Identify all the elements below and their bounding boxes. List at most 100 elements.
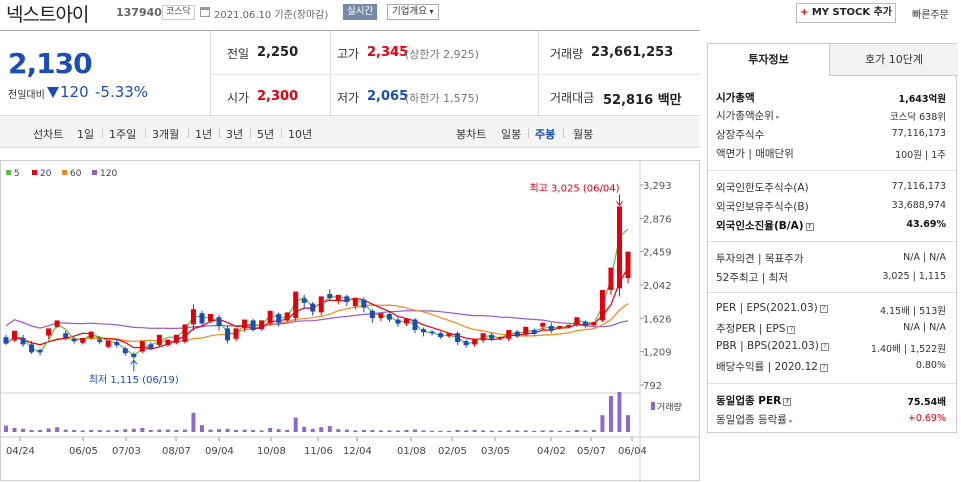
volume-bar xyxy=(174,430,179,432)
period-tab-bar: 선차트 1일 1주일 3개월 1년 3년 5년 10년 봉차트 일봉 주봉 월봉 xyxy=(0,117,700,148)
divider xyxy=(708,241,956,242)
period-tab-3year[interactable]: 3년 xyxy=(226,126,243,142)
stock-chart[interactable]: 3,293 2,876 2,459 2,042 1,626 1,209 792 최고 3,02… xyxy=(0,160,700,482)
tab-investment-info[interactable]: 투자정보 xyxy=(708,44,830,76)
add-mystock-button[interactable]: + MY STOCK 추가 xyxy=(796,3,896,23)
add-mystock-label: MY STOCK 추가 xyxy=(808,7,893,18)
upper-limit: (상한가 2,925) xyxy=(405,48,479,61)
help-icon[interactable]: ? xyxy=(783,398,792,406)
realtime-button[interactable]: 실시간 xyxy=(343,4,378,20)
volume-legend-label: 거래량 xyxy=(657,401,682,413)
volume-bar xyxy=(336,429,341,432)
period-tab-1week[interactable]: 1주일 xyxy=(109,126,136,142)
info-label: 추정PER | EPS? xyxy=(716,321,796,336)
volume-bar xyxy=(438,430,443,432)
candle xyxy=(497,337,503,339)
volume-bar xyxy=(29,430,34,432)
volume-bar xyxy=(242,429,247,432)
candle xyxy=(259,320,265,330)
candle xyxy=(506,329,512,339)
help-icon[interactable]: ? xyxy=(787,326,796,334)
candle xyxy=(438,333,444,338)
info-label: 외국인소진율(B/A)? xyxy=(716,218,814,233)
legend-ma60: 60 xyxy=(62,169,81,179)
candle xyxy=(480,333,486,341)
tab-divider xyxy=(102,128,103,138)
help-icon[interactable]: ? xyxy=(805,223,814,231)
company-overview-button[interactable]: 기업개요 ▾ xyxy=(387,4,439,20)
candle xyxy=(361,299,367,308)
info-label-text: 배당수익률 | 2020.12 xyxy=(716,361,818,373)
volume-bar xyxy=(106,430,111,432)
candle xyxy=(565,325,571,327)
candle xyxy=(540,322,546,327)
candle xyxy=(514,331,520,337)
legend-ma5: 5 xyxy=(6,169,20,179)
info-label-text: 동일업종 등락률 xyxy=(716,414,787,426)
volume-bar xyxy=(310,428,315,432)
chevron-down-icon: ▾ xyxy=(426,7,434,16)
candle xyxy=(310,303,316,312)
info-value: 77,116,173 xyxy=(891,128,946,139)
help-icon[interactable]: ? xyxy=(820,343,829,351)
candle xyxy=(574,317,580,325)
info-label: 배당수익률 | 2020.12? xyxy=(716,359,828,374)
period-tab-1year[interactable]: 1년 xyxy=(195,126,212,142)
x-tick-label: 08/07 xyxy=(162,446,191,457)
candle xyxy=(301,298,307,303)
volume-bar xyxy=(626,415,630,432)
candle xyxy=(344,296,350,302)
chevron-right-icon[interactable]: ▸ xyxy=(787,417,793,425)
tab-divider xyxy=(250,128,251,138)
price-date: 2021.06.10 기준(장마감) xyxy=(214,10,329,21)
help-icon[interactable]: ? xyxy=(819,364,828,372)
candle xyxy=(267,310,273,324)
volume-bar xyxy=(370,430,375,432)
volume-bar xyxy=(617,392,622,432)
x-tick-label: 02/05 xyxy=(438,446,467,457)
candle-tab-monthly[interactable]: 월봉 xyxy=(573,126,593,142)
volume-bar xyxy=(251,430,256,432)
volume-bar xyxy=(259,430,264,432)
volume-bar xyxy=(234,430,239,432)
volume-bar xyxy=(12,428,17,432)
candle xyxy=(54,320,60,327)
y-tick-label: 2,876 xyxy=(643,214,672,225)
volume-bar xyxy=(157,429,162,432)
volume-bar xyxy=(199,425,204,432)
candle xyxy=(327,293,333,298)
candle xyxy=(156,334,162,346)
lower-limit: (하한가 1,575) xyxy=(405,92,479,105)
volume-bar xyxy=(38,430,43,432)
info-label-text: 투자의견 | 목표주가 xyxy=(716,253,804,265)
candle-tab-weekly[interactable]: 주봉 xyxy=(535,126,555,142)
y-tick-label: 792 xyxy=(643,381,662,392)
candle xyxy=(233,328,239,339)
volume-bar xyxy=(208,429,213,432)
line-chart-label[interactable]: 선차트 xyxy=(33,126,63,142)
info-label-text: 외국인소진율(B/A) xyxy=(716,220,804,232)
period-tab-3month[interactable]: 3개월 xyxy=(152,126,179,142)
volume-bar xyxy=(412,429,417,432)
candle xyxy=(463,341,469,346)
candle xyxy=(225,328,231,341)
max-annotation: 최고 3,025 (06/04) xyxy=(529,182,619,194)
help-icon[interactable]: ? xyxy=(819,305,828,313)
period-tab-10year[interactable]: 10년 xyxy=(288,126,312,142)
chevron-right-icon[interactable]: ▸ xyxy=(774,113,780,121)
candle xyxy=(276,313,282,323)
tab-orderbook-10[interactable]: 호가 10단계 xyxy=(830,44,958,76)
volume-bar xyxy=(447,430,452,432)
low-value: 2,065 xyxy=(367,89,409,104)
divider xyxy=(708,383,956,384)
candle xyxy=(114,341,120,346)
period-tab-1day[interactable]: 1일 xyxy=(77,126,94,142)
quick-order-button[interactable]: 빠른주문 xyxy=(912,6,949,21)
period-tab-5year[interactable]: 5년 xyxy=(257,126,274,142)
info-label: 동일업종 등락률 ▸ xyxy=(716,412,793,427)
candle xyxy=(131,353,137,358)
candle xyxy=(242,319,248,329)
info-label: 시가총액 xyxy=(716,90,755,105)
candle-tab-daily[interactable]: 일봉 xyxy=(501,126,521,142)
candle-chart-label[interactable]: 봉차트 xyxy=(456,126,486,142)
